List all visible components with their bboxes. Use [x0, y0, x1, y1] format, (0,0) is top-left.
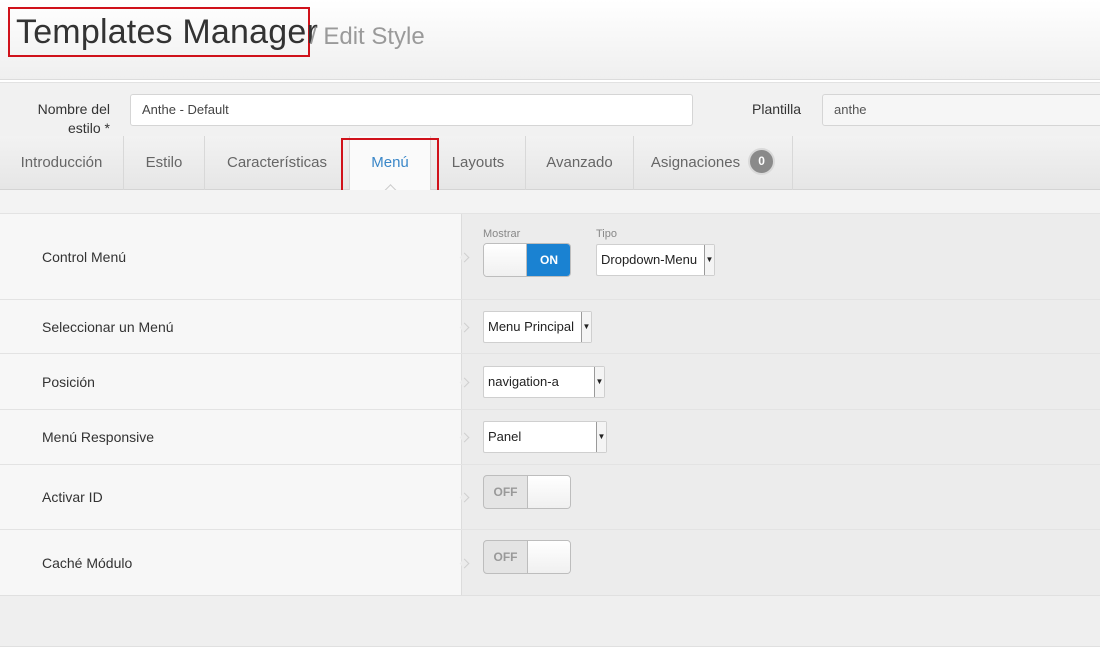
- settings-row-activate-id: Activar ID OFF: [0, 464, 1100, 529]
- activate-id-toggle[interactable]: OFF: [483, 475, 571, 509]
- menu-select-value: Menu Principal: [488, 319, 574, 334]
- module-cache-controls: OFF: [461, 530, 1100, 595]
- show-menu-toggle[interactable]: ON: [483, 243, 571, 277]
- style-form-bar: Nombre del estilo * Anthe - Default Plan…: [0, 82, 1100, 136]
- toggle-knob: [527, 476, 570, 508]
- position-controls: navigation-a ▼: [461, 354, 1100, 409]
- template-input[interactable]: anthe: [822, 94, 1100, 126]
- show-label: Mostrar: [483, 228, 521, 240]
- toggle-knob: [527, 541, 570, 573]
- toggle-off-text: OFF: [493, 550, 518, 564]
- settings-row-position: Posición navigation-a ▼: [0, 353, 1100, 409]
- page-title: Templates Manager: [16, 13, 318, 51]
- page-subtitle: / Edit Style: [310, 23, 425, 50]
- toggle-on-text: ON: [527, 244, 570, 276]
- content-top-strip: [0, 190, 1100, 213]
- toggle-knob: [484, 244, 527, 276]
- menu-type-value: Dropdown-Menu: [601, 252, 698, 267]
- dropdown-arrow-icon: ▼: [594, 367, 604, 397]
- control-menu-controls: Mostrar ON Tipo Dropdown-Menu ▼: [461, 214, 1100, 299]
- control-menu-label: Control Menú: [0, 214, 461, 299]
- responsive-menu-controls: Panel ▼: [461, 410, 1100, 464]
- assignments-count-badge: 0: [748, 148, 776, 176]
- tab-estilo[interactable]: Estilo: [124, 136, 205, 190]
- responsive-menu-label: Menú Responsive: [0, 410, 461, 464]
- position-label: Posición: [0, 354, 461, 409]
- style-name-input[interactable]: Anthe - Default: [130, 94, 693, 126]
- tab-avanzado[interactable]: Avanzado: [526, 136, 634, 190]
- select-menu-controls: Menu Principal ▼: [461, 300, 1100, 353]
- responsive-menu-select[interactable]: Panel ▼: [483, 421, 607, 453]
- template-label: Plantilla: [752, 101, 802, 117]
- settings-row-responsive-menu: Menú Responsive Panel ▼: [0, 409, 1100, 464]
- page-header: Templates Manager / Edit Style: [0, 0, 1100, 80]
- activate-id-label: Activar ID: [0, 465, 461, 529]
- settings-row-module-cache: Caché Módulo OFF: [0, 529, 1100, 595]
- style-name-label: Nombre del estilo *: [37, 101, 110, 136]
- settings-row-control-menu: Control Menú Mostrar ON Tipo Dropdown-Me…: [0, 213, 1100, 299]
- activate-id-controls: OFF: [461, 465, 1100, 529]
- module-cache-label: Caché Módulo: [0, 530, 461, 595]
- tab-bar: Introducción Estilo Características Menú…: [0, 136, 1100, 190]
- responsive-menu-value: Panel: [488, 429, 522, 444]
- menu-select[interactable]: Menu Principal ▼: [483, 311, 592, 343]
- module-cache-toggle[interactable]: OFF: [483, 540, 571, 574]
- tab-caracteristicas[interactable]: Características: [205, 136, 350, 190]
- footer-bar: [0, 595, 1100, 647]
- position-select-value: navigation-a: [488, 374, 559, 389]
- settings-table: Control Menú Mostrar ON Tipo Dropdown-Me…: [0, 213, 1100, 595]
- select-menu-label: Seleccionar un Menú: [0, 300, 461, 353]
- tab-asignaciones[interactable]: Asignaciones 0: [634, 136, 793, 190]
- settings-row-select-menu: Seleccionar un Menú Menu Principal ▼: [0, 299, 1100, 353]
- dropdown-arrow-icon: ▼: [704, 245, 714, 275]
- tab-introduccion[interactable]: Introducción: [0, 136, 124, 190]
- toggle-off-text: OFF: [493, 485, 518, 499]
- menu-type-select[interactable]: Dropdown-Menu ▼: [596, 244, 715, 276]
- tab-menu[interactable]: Menú: [350, 136, 431, 190]
- tab-asignaciones-label: Asignaciones: [650, 154, 741, 171]
- dropdown-arrow-icon: ▼: [581, 312, 591, 342]
- dropdown-arrow-icon: ▼: [596, 422, 606, 452]
- type-label: Tipo: [596, 228, 617, 240]
- tab-layouts[interactable]: Layouts: [431, 136, 526, 190]
- position-select[interactable]: navigation-a ▼: [483, 366, 605, 398]
